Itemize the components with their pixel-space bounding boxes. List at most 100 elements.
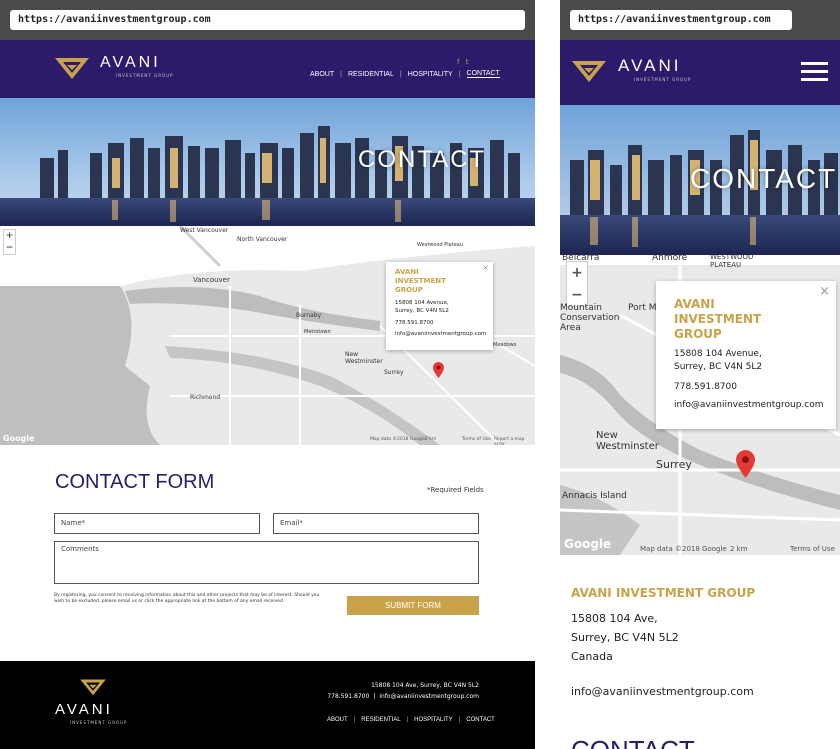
mobile-hero-banner: CONTACT [560, 105, 840, 255]
comments-textarea[interactable]: Comments [54, 541, 479, 584]
footer-logo-icon[interactable] [80, 678, 106, 696]
page-title: CONTACT [358, 146, 487, 173]
mobile-map-info-popup: × AVANI INVESTMENT GROUP 15808 104 Avenu… [656, 281, 836, 429]
desktop-screenshot: https://avaniinvestmentgroup.com AVANI I… [0, 0, 535, 749]
map-label-richmond: Richmond [190, 394, 221, 401]
logo-wordmark[interactable]: AVANI [100, 54, 161, 72]
mobile-google-map[interactable]: + − Belcarra Anmore WESTWOOD PLATEAU Mou… [560, 255, 840, 555]
mobile-header: AVANI INVESTMENT GROUP [560, 40, 840, 105]
popup-phone: 778.591.8700 [395, 320, 434, 326]
google-logo[interactable]: Google [3, 434, 34, 443]
mobile-contact-heading: CONTACT [571, 735, 695, 749]
form-title: CONTACT FORM [55, 471, 215, 493]
mobile-popup-phone: 778.591.8700 [674, 382, 737, 392]
hero-banner: CONTACT [0, 98, 535, 226]
main-nav: ABOUT | RESIDENTIAL | HOSPITALITY | CONTACT [310, 70, 500, 78]
map-label-surrey: Surrey [384, 369, 404, 376]
map-label-burnaby: Burnaby [296, 312, 322, 319]
map-label-metrotown: Metrotown [304, 329, 331, 335]
twitter-icon[interactable]: t [466, 58, 469, 66]
map-label-vancouver: Vancouver [193, 276, 230, 284]
footer-nav-about[interactable]: ABOUT [327, 717, 348, 723]
mobile-map-label-westwood-plateau: WESTWOOD PLATEAU [710, 255, 754, 269]
submit-form-button[interactable]: SUBMIT FORM [347, 596, 479, 615]
zoom-controls: + − [3, 229, 16, 255]
mobile-info-line3: Canada [571, 650, 613, 663]
email-input[interactable]: Email* [273, 513, 479, 534]
mobile-browser-chrome: https://avaniinvestmentgroup.com [560, 0, 840, 40]
nav-residential[interactable]: RESIDENTIAL [348, 71, 394, 78]
facebook-icon[interactable]: f [457, 58, 459, 66]
map-label-new-westminster: New Westminster [345, 351, 383, 365]
map-label-westwood-plateau: Westwood Plateau [417, 242, 464, 248]
mobile-popup-email[interactable]: info@avaniinvestmentgroup.com [674, 399, 823, 412]
mobile-page-title: CONTACT [690, 163, 838, 194]
mobile-info-line1: 15808 104 Ave, [571, 612, 658, 625]
mobile-map-scale[interactable]: 2 km [730, 545, 748, 553]
popup-address-2: Surrey, BC V4N 5L2 [395, 308, 449, 314]
mobile-logo-wordmark[interactable]: AVANI [618, 56, 682, 76]
mobile-map-label-belcarra: Belcarra [562, 255, 600, 263]
nav-about[interactable]: ABOUT [310, 71, 334, 78]
mobile-zoom-controls: + − [566, 261, 588, 307]
mobile-logo-subtitle: INVESTMENT GROUP [634, 77, 692, 82]
mobile-map-label-anmore: Anmore [652, 255, 688, 263]
map-marker-icon[interactable] [433, 362, 444, 378]
map-terms-link[interactable]: Terms of Use [462, 437, 491, 442]
map-scale[interactable]: 2 km [425, 437, 436, 442]
footer-nav: ABOUT | RESIDENTIAL | HOSPITALITY | CONTACT [327, 717, 495, 723]
popup-title: AVANI INVESTMENT GROUP [395, 268, 446, 294]
social-icons: f t [457, 58, 468, 66]
mobile-info-title: AVANI INVESTMENT GROUP [571, 586, 756, 600]
zoom-out-button[interactable]: − [4, 242, 15, 254]
required-note: *Required Fields [427, 486, 484, 494]
nav-hospitality[interactable]: HOSPITALITY [408, 71, 453, 78]
map-info-popup: × AVANI INVESTMENT GROUP 15808 104 Avenu… [386, 262, 493, 350]
map-label-meadows: Meadows [493, 342, 517, 348]
hamburger-menu-icon[interactable] [801, 62, 828, 82]
mobile-logo-icon[interactable] [572, 59, 606, 83]
mobile-map-label-new-westminster: New Westminster [596, 430, 659, 452]
mobile-zoom-in-button[interactable]: + [567, 262, 587, 284]
mobile-contact-info: AVANI INVESTMENT GROUP 15808 104 Ave, Su… [560, 555, 840, 749]
mobile-popup-address-1: 15808 104 Avenue, [674, 349, 762, 359]
nav-contact[interactable]: CONTACT [466, 70, 500, 78]
map-report-error-link[interactable]: Report a map error [494, 437, 535, 445]
footer-logo-subtitle: INVESTMENT GROUP [70, 720, 128, 725]
mobile-info-email[interactable]: info@avaniinvestmentgroup.com [571, 685, 754, 698]
mobile-map-marker-icon[interactable] [736, 450, 755, 478]
footer-nav-residential[interactable]: RESIDENTIAL [361, 717, 400, 723]
mobile-map-terms-link[interactable]: Terms of Use [790, 545, 835, 553]
logo-subtitle: INVESTMENT GROUP [116, 73, 174, 78]
mobile-map-label-conservation: Mountain Conservation Area [560, 303, 620, 333]
browser-chrome: https://avaniinvestmentgroup.com [0, 0, 535, 40]
mobile-close-icon[interactable]: × [819, 284, 830, 299]
map-label-west-vancouver: West Vancouver [180, 227, 229, 234]
mobile-popup-title: AVANI INVESTMENT GROUP [674, 297, 762, 341]
mobile-map-label-port-moody: Port M [628, 303, 657, 313]
mobile-screenshot: https://avaniinvestmentgroup.com AVANI I… [560, 0, 840, 749]
name-input[interactable]: Name* [54, 513, 260, 534]
map-label-north-vancouver: North Vancouver [237, 236, 288, 243]
google-map[interactable]: + − Vancouver North Vancouver West Vanco… [0, 226, 535, 445]
mobile-map-data-attribution: Map data ©2018 Google [640, 545, 727, 553]
mobile-url-bar[interactable]: https://avaniinvestmentgroup.com [570, 10, 792, 30]
consent-text: By registering, you consent to receiving… [54, 593, 320, 604]
url-bar[interactable]: https://avaniinvestmentgroup.com [10, 10, 525, 30]
footer-phone[interactable]: 778.591.8700 [327, 693, 369, 700]
mobile-google-logo[interactable]: Google [564, 537, 611, 551]
footer-contact: 778.591.8700 | info@avaniinvestmentgroup… [327, 693, 479, 700]
footer-nav-contact[interactable]: CONTACT [466, 717, 495, 723]
site-footer: AVANI INVESTMENT GROUP 15808 104 Ave, Su… [0, 661, 535, 749]
avani-logo-icon[interactable] [55, 56, 89, 80]
footer-email[interactable]: info@avaniinvestmentgroup.com [379, 693, 479, 700]
close-icon[interactable]: × [482, 263, 489, 272]
footer-address: 15808 104 Ave, Surrey, BC V4N 5L2 [371, 682, 479, 689]
footer-logo-wordmark[interactable]: AVANI [55, 701, 113, 718]
mobile-popup-address-2: Surrey, BC V4N 5L2 [674, 362, 763, 372]
footer-nav-hospitality[interactable]: HOSPITALITY [414, 717, 453, 723]
zoom-in-button[interactable]: + [4, 230, 15, 242]
map-data-attribution: Map data ©2018 Google [370, 437, 426, 442]
popup-email[interactable]: info@avaniinvestmentgroup.com [395, 330, 486, 338]
mobile-info-line2: Surrey, BC V4N 5L2 [571, 631, 679, 644]
